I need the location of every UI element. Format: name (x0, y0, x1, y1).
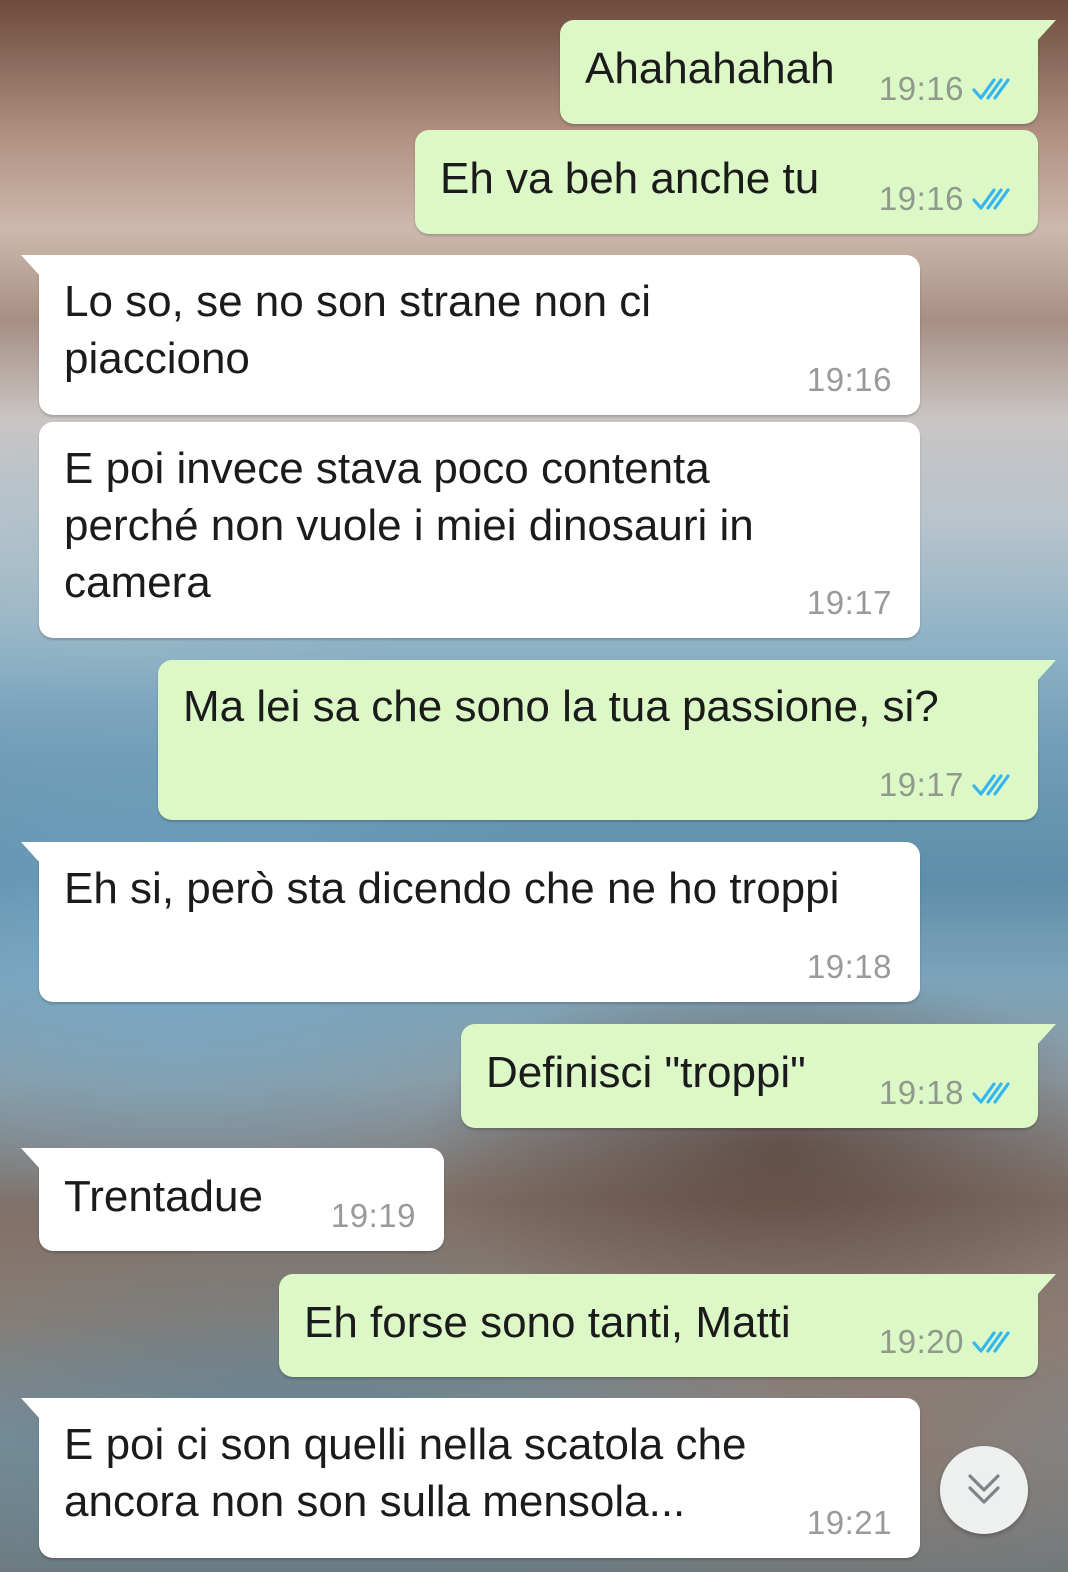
message-time: 19:17 (878, 766, 964, 803)
message-outgoing[interactable]: Ma lei sa che sono la tua passione, si? … (158, 660, 1056, 820)
message-text: Trentadue (64, 1172, 263, 1221)
message-incoming[interactable]: E poi invece stava poco contenta perché … (39, 422, 920, 638)
message-text: Definisci "troppi" (486, 1048, 806, 1097)
message-meta: 19:21 (807, 1504, 892, 1542)
message-text: E poi ci son quelli nella scatola che an… (64, 1420, 747, 1526)
scroll-to-bottom-button[interactable] (940, 1446, 1028, 1534)
message-incoming[interactable]: Trentadue 19:19 (21, 1148, 444, 1251)
message-outgoing[interactable]: Eh forse sono tanti, Matti 19:20 (279, 1274, 1056, 1377)
message-meta: 19:16 (807, 361, 892, 399)
message-incoming[interactable]: Eh si, però sta dicendo che ne ho troppi… (21, 842, 920, 1002)
message-time: 19:17 (806, 584, 892, 621)
double-chevron-down-icon (968, 1474, 1000, 1504)
message-outgoing[interactable]: Definisci "troppi" 19:18 (461, 1024, 1056, 1128)
message-time: 19:21 (806, 1504, 892, 1541)
message-time: 19:16 (878, 70, 964, 107)
message-meta: 19:17 (807, 584, 892, 622)
message-incoming[interactable]: Lo so, se no son strane non ci piacciono… (21, 255, 920, 415)
message-time: 19:16 (806, 361, 892, 398)
message-text: Ma lei sa che sono la tua passione, si? (183, 682, 939, 731)
message-outgoing[interactable]: Eh va beh anche tu 19:16 (415, 130, 1038, 234)
message-time: 19:16 (878, 180, 964, 217)
message-text: Lo so, se no son strane non ci piacciono (64, 277, 652, 383)
read-ticks-icon (972, 78, 1010, 100)
message-meta: 19:16 (879, 180, 1016, 218)
message-meta: 19:20 (879, 1323, 1016, 1361)
message-incoming[interactable]: E poi ci son quelli nella scatola che an… (21, 1398, 920, 1558)
message-time: 19:19 (330, 1197, 416, 1234)
message-text: Eh va beh anche tu (440, 154, 820, 203)
message-text: E poi invece stava poco contenta perché … (64, 444, 754, 607)
read-ticks-icon (972, 1331, 1010, 1353)
message-time: 19:20 (878, 1323, 964, 1360)
message-meta: 19:16 (879, 70, 1016, 108)
message-meta: 19:19 (331, 1197, 416, 1235)
message-text: Eh si, però sta dicendo che ne ho troppi (64, 864, 840, 913)
message-meta: 19:17 (879, 766, 1016, 804)
message-meta: 19:18 (879, 1074, 1016, 1112)
message-text: Eh forse sono tanti, Matti (304, 1298, 791, 1347)
chat-message-list[interactable]: Ahahahahah 19:16 Eh va beh anche tu 19:1… (0, 0, 1068, 1572)
message-text: Ahahahahah (585, 44, 835, 93)
message-outgoing[interactable]: Ahahahahah 19:16 (560, 20, 1056, 124)
read-ticks-icon (972, 774, 1010, 796)
read-ticks-icon (972, 188, 1010, 210)
message-time: 19:18 (878, 1074, 964, 1111)
read-ticks-icon (972, 1082, 1010, 1104)
message-meta: 19:18 (807, 948, 892, 986)
message-time: 19:18 (806, 948, 892, 985)
